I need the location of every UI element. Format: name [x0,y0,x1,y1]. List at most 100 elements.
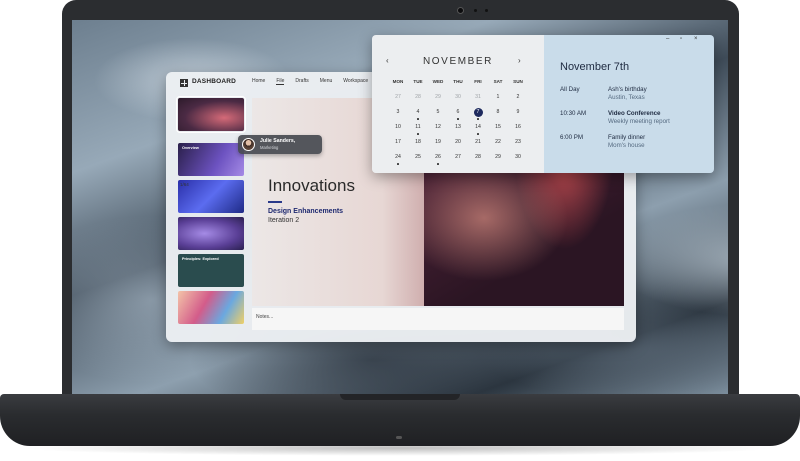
agenda-panel: – ▫ × November 7th All Day Ash's birthday… [544,35,714,173]
calendar-day[interactable]: 28 [468,153,488,168]
calendar-day-number: 9 [516,109,520,115]
calendar-day[interactable]: 20 [448,138,468,153]
calendar-day[interactable]: 6 [448,108,468,123]
calendar-day[interactable]: 1 [488,93,508,108]
calendar-day[interactable]: 31 [468,93,488,108]
calendar-day[interactable]: 29 [428,93,448,108]
page-count: 1/64 [180,182,189,187]
calendar-day-number: 23 [515,139,521,145]
calendar-day[interactable]: 11 [408,123,428,138]
calendar-day[interactable]: 3 [388,108,408,123]
chevron-left-icon[interactable]: ‹ [386,56,389,65]
calendar-day[interactable]: 17 [388,138,408,153]
calendar-day-number: 16 [515,124,521,130]
calendar-day[interactable]: 24 [388,153,408,168]
agenda-event[interactable]: All Day Ash's birthday Austin, Texas [560,86,710,110]
hinge-notch [340,394,460,400]
calendar-day[interactable]: 2 [508,93,528,108]
nav-item-home[interactable]: Home [252,78,265,85]
webcam [452,5,492,15]
calendar-day[interactable]: 9 [508,108,528,123]
calendar-day[interactable]: 16 [508,123,528,138]
event-time: 6:00 PM [560,134,584,141]
calendar-day-number: 31 [475,94,481,100]
grid-icon[interactable] [180,79,188,87]
close-button[interactable]: × [694,36,698,42]
calendar-day[interactable]: 15 [488,123,508,138]
calendar-day[interactable]: 25 [408,153,428,168]
nav-item-drafts[interactable]: Drafts [295,78,308,85]
desktop-screen: DASHBOARD Home File Drafts Menu Workspace Ov… [72,20,728,394]
calendar-day[interactable]: 18 [408,138,428,153]
calendar-day[interactable]: 21 [468,138,488,153]
calendar-day-number: 24 [395,154,401,160]
presenter-role: Marketing [260,145,279,150]
laptop-base [0,394,800,446]
calendar-day[interactable]: 5 [428,108,448,123]
minimize-button[interactable]: – [666,36,669,42]
chevron-right-icon[interactable]: › [518,56,521,65]
calendar-day-number: 3 [396,109,400,115]
calendar-day-number: 17 [395,139,401,145]
calendar-day[interactable]: 30 [508,153,528,168]
calendar-day-number: 28 [475,154,481,160]
calendar-day-number: 29 [435,94,441,100]
nav-item-menu[interactable]: Menu [320,78,333,85]
calendar-day-number: 30 [515,154,521,160]
calendar-day[interactable]: 12 [428,123,448,138]
calendar-day[interactable]: 22 [488,138,508,153]
calendar-day[interactable]: 14 [468,123,488,138]
nav-item-file[interactable]: File [276,78,285,85]
event-title: Video Conference [608,110,661,117]
weekday-label: SAT [493,79,503,84]
calendar-day[interactable]: 13 [448,123,468,138]
calendar-day[interactable]: 7 [468,108,488,123]
calendar-day-number: 6 [456,109,460,115]
calendar-day[interactable]: 27 [388,93,408,108]
calendar-day-number: 22 [495,139,501,145]
agenda-event[interactable]: 6:00 PM Family dinner Mom's house [560,134,710,158]
slide-thumbnail[interactable] [178,291,244,324]
calendar-day-number: 4 [416,109,420,115]
agenda-event[interactable]: 10:30 AM Video Conference Weekly meeting r… [560,110,710,134]
slide-thumbnail-list: Overview Principles: Explored [176,96,246,328]
event-location: Austin, Texas [608,94,645,101]
maximize-button[interactable]: ▫ [680,36,682,42]
calendar-day[interactable]: 27 [448,153,468,168]
calendar-day-number: 10 [395,124,401,130]
calendar-day-number: 26 [435,154,441,160]
slide-thumbnail[interactable]: Overview [178,143,244,176]
slide-thumbnail[interactable] [176,96,246,133]
top-nav: Home File Drafts Menu Workspace [252,78,368,85]
calendar-day[interactable]: 23 [508,138,528,153]
notes-input[interactable]: Notes... [252,308,624,330]
slide-thumbnail[interactable]: Principles: Explored [178,254,244,287]
nav-item-workspace[interactable]: Workspace [343,78,368,85]
presenter-badge[interactable]: Julie Sanders, Marketing [238,135,322,154]
calendar-day[interactable]: 28 [408,93,428,108]
calendar-day[interactable]: 30 [448,93,468,108]
slide-divider [268,201,282,203]
calendar-day-number: 8 [496,109,500,115]
calendar-day[interactable]: 8 [488,108,508,123]
avatar [242,138,255,151]
thumbnail-label: Principles: Explored [182,257,219,261]
calendar-day-number: 27 [455,154,461,160]
calendar-day-number: 19 [435,139,441,145]
calendar-month-panel: ‹ NOVEMBER › MON TUE WED THU FRI SAT SUN 27 28 2… [372,35,544,173]
weekday-label: THU [453,79,463,84]
calendar-day[interactable]: 10 [388,123,408,138]
calendar-day[interactable]: 19 [428,138,448,153]
calendar-day[interactable]: 4 [408,108,428,123]
calendar-day[interactable]: 26 [428,153,448,168]
agenda-list: All Day Ash's birthday Austin, Texas 10:30 … [560,86,710,158]
weekday-label: MON [392,79,404,84]
event-time: 10:30 AM [560,110,587,117]
calendar-window: ‹ NOVEMBER › MON TUE WED THU FRI SAT SUN 27 28 2… [372,35,714,173]
calendar-day[interactable]: 29 [488,153,508,168]
slide-thumbnail[interactable] [178,217,244,250]
calendar-day-number: 2 [516,94,520,100]
weekday-label: WED [432,79,444,84]
calendar-day-number: 30 [455,94,461,100]
calendar-day-number: 28 [415,94,421,100]
